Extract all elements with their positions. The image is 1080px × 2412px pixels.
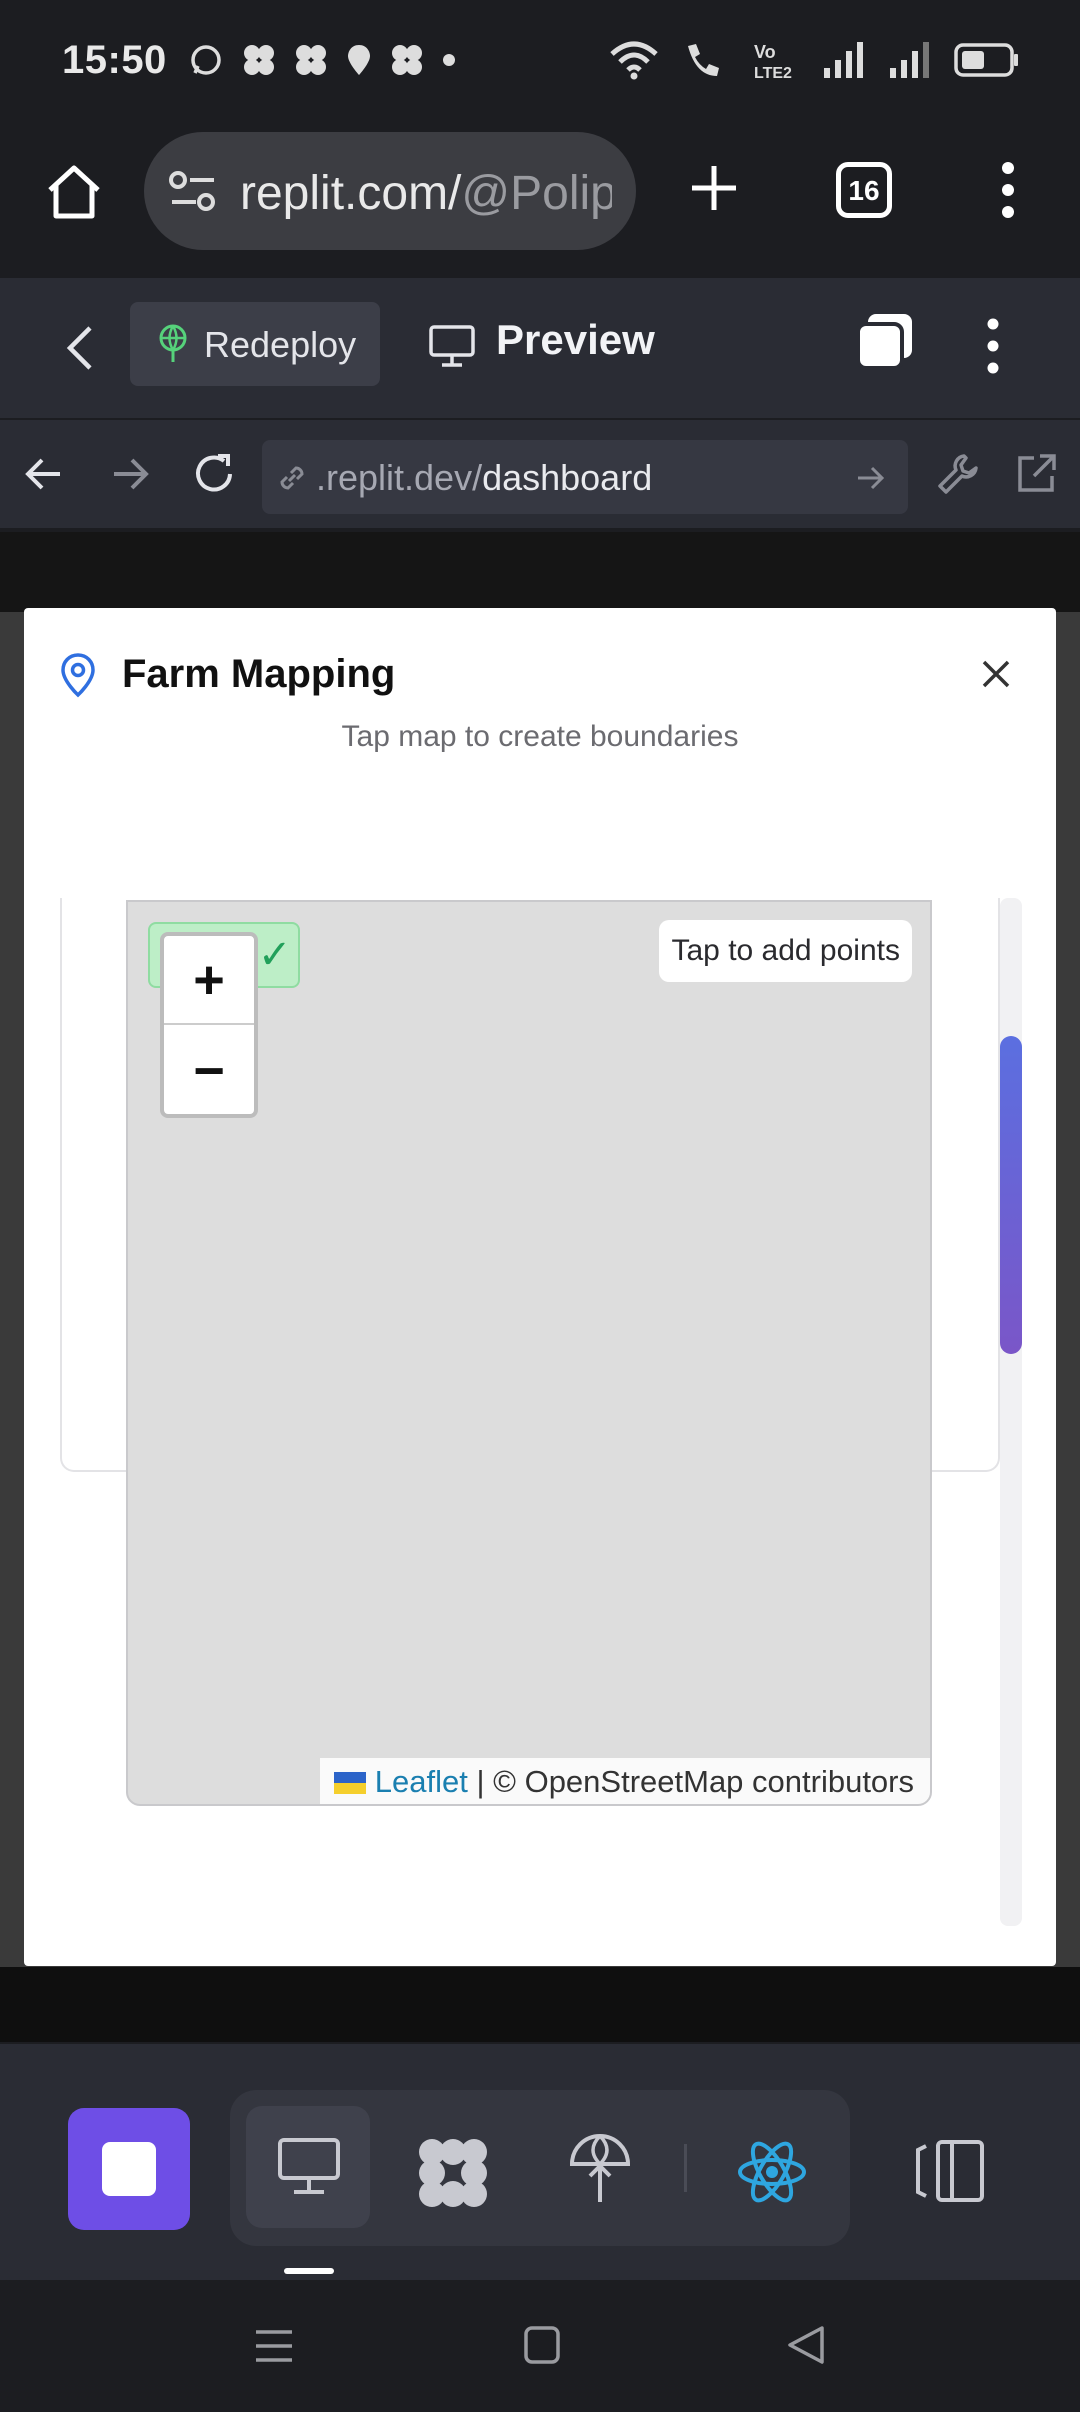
preview-tool-button[interactable] — [246, 2106, 370, 2228]
redeploy-label: Redeploy — [204, 324, 357, 365]
webview-url-field[interactable]: .replit.dev/dashboard — [262, 440, 908, 514]
back-chevron-icon[interactable] — [62, 322, 98, 374]
leaflet-link[interactable]: Leaflet — [375, 1764, 468, 1799]
site-settings-icon[interactable] — [168, 170, 218, 214]
zoom-out-button[interactable]: − — [164, 1026, 254, 1115]
app-notification-icon — [296, 45, 326, 75]
notification-icons — [188, 42, 456, 78]
scrollbar-thumb[interactable] — [1000, 1036, 1022, 1354]
workflow-icon[interactable] — [416, 2136, 490, 2210]
new-tab-icon[interactable] — [688, 162, 740, 214]
recent-apps-icon[interactable] — [252, 2326, 296, 2366]
replit-header: Redeploy Preview — [0, 278, 1080, 420]
wifi-icon — [610, 41, 658, 80]
volte-icon: Vo LTE2 — [754, 42, 792, 80]
home-icon[interactable] — [42, 160, 106, 224]
active-tab-indicator — [284, 2268, 334, 2274]
signal-icon — [824, 42, 863, 78]
url-path: @Polip — [461, 167, 612, 220]
zoom-in-button[interactable]: + — [164, 936, 254, 1025]
svg-text:Vo: Vo — [754, 42, 776, 62]
close-icon[interactable] — [972, 650, 1020, 698]
system-icons: Vo LTE2 — [608, 40, 1020, 80]
forward-arrow-icon[interactable] — [108, 452, 152, 496]
go-arrow-icon[interactable] — [852, 460, 888, 496]
stop-button[interactable] — [68, 2108, 190, 2230]
tabs-icon[interactable] — [854, 310, 918, 374]
webview-toolbar: .replit.dev/dashboard — [0, 420, 1080, 530]
farm-mapping-modal: Farm Mapping Tap map to create boundarie… — [24, 608, 1056, 1966]
app-notification-icon — [392, 45, 422, 75]
tab-count: 16 — [848, 175, 880, 206]
tap-hint-label: Tap to add points — [659, 920, 912, 982]
reload-icon[interactable] — [190, 450, 238, 498]
replit-bottom-toolbar — [0, 2044, 1080, 2280]
kebab-menu-icon[interactable] — [978, 314, 1008, 378]
back-triangle-icon[interactable] — [784, 2324, 828, 2366]
battery-icon — [954, 43, 1018, 77]
monitor-icon — [429, 325, 475, 367]
monitor-icon — [278, 2138, 340, 2194]
preview-tab-label[interactable]: Preview — [496, 316, 655, 364]
url-host: replit.com/ — [240, 167, 462, 220]
deploy-icon — [159, 324, 187, 362]
svg-text:LTE2: LTE2 — [754, 65, 792, 80]
webview-url-prefix: .replit.dev/ — [316, 457, 483, 498]
dimmed-app-header — [0, 532, 1080, 612]
more-options-icon[interactable] — [992, 158, 1024, 222]
panel-switch-icon[interactable] — [914, 2136, 988, 2206]
modal-subtitle: Tap map to create boundaries — [341, 720, 739, 753]
signal-icon — [890, 42, 929, 78]
ukraine-flag-icon — [334, 1772, 367, 1794]
url-text[interactable]: replit.com/@Polip — [240, 166, 612, 221]
map-pin-icon — [61, 653, 95, 698]
attribution-text: | © OpenStreetMap contributors — [467, 1764, 914, 1799]
dimmed-app-nav — [0, 1967, 1080, 2042]
browser-toolbar: replit.com/@Polip 16 — [0, 122, 1080, 278]
redeploy-button[interactable]: Redeploy — [130, 302, 380, 386]
zoom-control: + − — [160, 932, 258, 1118]
more-dot-icon — [443, 54, 455, 66]
status-time: 15:50 — [62, 38, 167, 82]
app-notification-icon — [244, 45, 274, 75]
modal-title: Farm Mapping — [122, 652, 396, 696]
location-notification-icon — [348, 45, 370, 75]
webview-url-text: .replit.dev/dashboard — [316, 457, 652, 499]
devtools-wrench-icon[interactable] — [934, 450, 982, 498]
whatsapp-icon — [191, 45, 221, 75]
wifi-calling-icon — [688, 44, 719, 76]
map-attribution: Leaflet | © OpenStreetMap contributors — [320, 1758, 930, 1804]
modal-scrollbar[interactable] — [1000, 898, 1022, 1926]
tool-divider — [684, 2144, 687, 2192]
status-bar: 15:50 Vo LTE2 — [0, 0, 1080, 122]
tab-switcher-button[interactable]: 16 — [836, 162, 892, 218]
deployments-icon[interactable] — [568, 2132, 632, 2206]
open-external-icon[interactable] — [1012, 450, 1060, 498]
stop-icon — [102, 2142, 156, 2196]
check-icon: ✓ — [258, 933, 292, 977]
react-icon[interactable] — [736, 2136, 808, 2208]
webview-url-path: dashboard — [482, 457, 653, 498]
home-button-icon[interactable] — [522, 2324, 562, 2366]
link-icon — [280, 466, 304, 490]
system-nav-bar — [0, 2280, 1080, 2412]
back-arrow-icon[interactable] — [22, 452, 66, 496]
map-canvas[interactable]: ✓ + − Tap to add points Leaflet | © Open… — [126, 900, 932, 1806]
